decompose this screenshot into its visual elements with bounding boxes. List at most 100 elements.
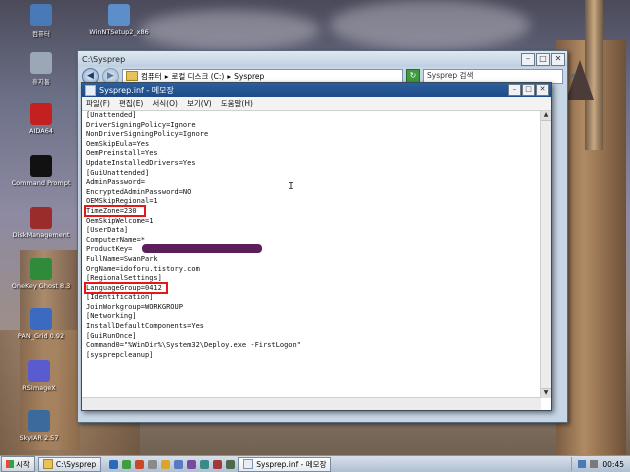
text-line: FullName=SwanPark (86, 254, 158, 263)
text-line: EncryptedAdminPassword=NO (86, 187, 192, 196)
desktop-icon-computer[interactable]: 컴퓨터 (12, 4, 70, 38)
system-tray: 00:45 (571, 457, 630, 471)
explorer-title-bar[interactable]: C:\Sysprep – □ ✕ (78, 51, 567, 67)
menu-view[interactable]: 보기(V) (187, 98, 212, 109)
desktop-icon-rsimagex[interactable]: RSImageX (10, 360, 68, 392)
quick-launch-icon[interactable] (109, 459, 119, 469)
text-line: UpdateInstalledDrivers=Yes (86, 158, 196, 167)
desktop-icon-label: WinNTSetup2_x86 (89, 28, 149, 36)
taskbar-item-explorer[interactable]: C:\Sysprep (37, 456, 102, 472)
desktop-icon-label: 컴퓨터 (32, 30, 50, 38)
taskbar: 시작 C:\Sysprep Sysprep.inf - 메모장 00:45 (0, 455, 630, 472)
desktop-icon-label: AIDA64 (29, 127, 53, 135)
quick-launch-icon[interactable] (226, 459, 236, 469)
notepad-window[interactable]: Sysprep.inf - 메모장 – □ ✕ 파일(F) 편집(E) 서식(O… (81, 82, 552, 411)
close-button[interactable]: ✕ (536, 84, 549, 96)
start-button[interactable]: 시작 (1, 456, 35, 472)
network-icon[interactable] (578, 460, 587, 468)
desktop-icon-label: Command Prompt (11, 179, 71, 187)
text-line: OEMSkipRegional=1 (86, 197, 158, 206)
notepad-icon (85, 84, 96, 96)
menu-file[interactable]: 파일(F) (86, 98, 110, 109)
minimize-button[interactable]: – (521, 52, 535, 66)
folder-icon (42, 459, 53, 469)
text-line: TimeZone=230 (86, 206, 137, 215)
aida64-icon (30, 103, 52, 125)
explorer-title: C:\Sysprep (82, 54, 126, 64)
notepad-text-area[interactable]: [Unattended] DriverSigningPolicy=Ignore No… (82, 111, 541, 398)
desktop-icon-command-prompt[interactable]: Command Prompt (8, 155, 74, 187)
disk-management-icon (30, 207, 52, 229)
text-line: [sysprepcleanup] (86, 350, 154, 359)
chevron-right-icon: ▸ (227, 71, 232, 81)
notepad-title: Sysprep.inf - 메모장 (99, 85, 174, 95)
text-line: AdminPassword= (86, 178, 146, 187)
text-line: InstallDefaultComponents=Yes (86, 322, 205, 331)
maximize-button[interactable]: □ (536, 52, 550, 66)
text-line: OemSkipWelcome=1 (86, 216, 154, 225)
refresh-button[interactable]: ↻ (406, 69, 420, 83)
text-line: [Identification] (86, 293, 154, 302)
text-line: OemSkipEula=Yes (86, 139, 150, 148)
quick-launch-icon[interactable] (187, 459, 197, 469)
desktop-icon-disk-management[interactable]: DiskManagement (8, 207, 74, 239)
menu-format[interactable]: 서식(O) (152, 98, 178, 109)
menu-help[interactable]: 도움말(H) (221, 98, 253, 109)
scroll-down-icon[interactable]: ▼ (541, 388, 551, 398)
close-button[interactable]: ✕ (551, 52, 565, 66)
pan-grid-icon (30, 308, 52, 330)
redacted-product-key (142, 244, 262, 253)
onekey-ghost-icon (30, 258, 52, 280)
text-line: NonDriverSigningPolicy=Ignore (86, 130, 209, 139)
text-line: DriverSigningPolicy=Ignore (86, 120, 196, 129)
text-line: Command0="%WinDir%\System32\Deploy.exe -… (86, 341, 301, 350)
windows-flag-icon (6, 460, 14, 468)
text-line: [Unattended] (86, 111, 137, 119)
quick-launch-icon[interactable] (213, 459, 223, 469)
volume-icon[interactable] (590, 460, 599, 468)
chevron-right-icon: ▸ (164, 71, 169, 81)
taskbar-item-notepad[interactable]: Sysprep.inf - 메모장 (238, 456, 332, 472)
notepad-title-bar[interactable]: Sysprep.inf - 메모장 – □ ✕ (82, 83, 551, 97)
minimize-button[interactable]: – (508, 84, 521, 96)
vertical-scrollbar[interactable]: ▲ ▼ (540, 111, 551, 398)
breadcrumb-computer[interactable]: 컴퓨터 (141, 71, 162, 82)
quick-launch-icon[interactable] (135, 459, 145, 469)
taskbar-item-label: Sysprep.inf - 메모장 (256, 459, 327, 469)
text-cursor-icon: I (288, 181, 295, 192)
quick-launch-icon[interactable] (161, 459, 171, 469)
desktop-icon-aida64[interactable]: AIDA64 (12, 103, 70, 135)
text-line: [Networking] (86, 312, 137, 321)
text-line: [GuiUnattended] (86, 168, 150, 177)
desktop-icon-label: PAN_Grid 0.92 (17, 332, 65, 340)
text-line: [GuiRunOnce] (86, 331, 137, 340)
breadcrumb-sysprep[interactable]: Sysprep (234, 72, 264, 81)
desktop-icon-recycle-bin[interactable]: 휴지통 (12, 52, 70, 86)
menu-edit[interactable]: 편집(E) (119, 98, 143, 109)
desktop-icon-pan-grid[interactable]: PAN_Grid 0.92 (8, 308, 74, 340)
quick-launch-icon[interactable] (148, 459, 158, 469)
horizontal-scrollbar[interactable] (82, 397, 541, 410)
maximize-button[interactable]: □ (522, 84, 535, 96)
clock[interactable]: 00:45 (602, 460, 624, 469)
highlight-languagegroup (84, 282, 168, 294)
quick-launch-icon[interactable] (122, 459, 132, 469)
text-line: OrgName=idoforu.tistory.com (86, 264, 200, 273)
desktop-icon-skyiar[interactable]: SkyIAR 2.57 (10, 410, 68, 442)
quick-launch-icon[interactable] (200, 459, 210, 469)
breadcrumb-local-disk[interactable]: 로컬 디스크 (C:) (171, 71, 224, 82)
taskbar-item-label: C:\Sysprep (55, 459, 97, 469)
scroll-up-icon[interactable]: ▲ (541, 111, 551, 121)
rsimagex-icon (28, 360, 50, 382)
highlight-timezone (84, 205, 146, 217)
start-label: 시작 (16, 459, 30, 469)
quick-launch-icon[interactable] (174, 459, 184, 469)
desktop-icon-label: SkyIAR 2.57 (19, 434, 59, 442)
search-placeholder: Sysprep 검색 (427, 70, 474, 80)
search-icon[interactable]: ⌕ (571, 70, 576, 82)
desktop-icon-winntsetup[interactable]: WinNTSetup2_x86 (84, 4, 154, 36)
desktop-icon-onekey-ghost[interactable]: OneKey Ghost 8.3 (8, 258, 74, 290)
notepad-icon (243, 459, 254, 469)
command-prompt-icon (30, 155, 52, 177)
desktop-icon-label: RSImageX (22, 384, 56, 392)
